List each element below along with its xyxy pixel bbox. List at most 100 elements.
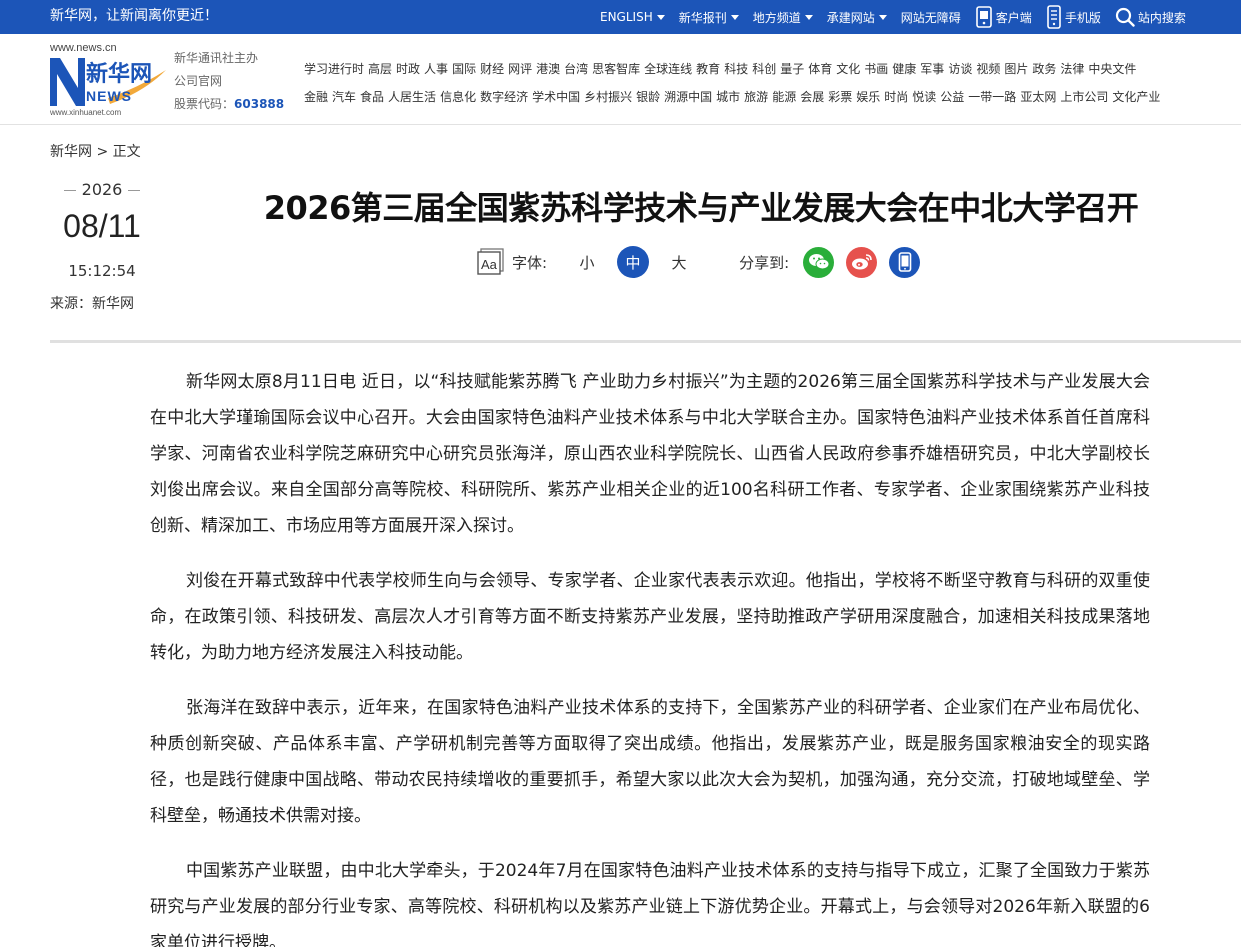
channel-link[interactable]: 体育: [808, 62, 832, 76]
channel-link[interactable]: 亚太网: [1020, 90, 1056, 104]
font-size-icon: Aa: [477, 248, 504, 275]
font-size-small[interactable]: 小: [571, 246, 603, 278]
channel-link[interactable]: 人事: [424, 62, 448, 76]
channel-link[interactable]: 时政: [396, 62, 420, 76]
channel-link[interactable]: 能源: [772, 90, 796, 104]
channel-link[interactable]: 食品: [360, 90, 384, 104]
channel-link[interactable]: 法律: [1060, 62, 1084, 76]
channel-link[interactable]: 银龄: [636, 90, 660, 104]
channel-link[interactable]: 中央文件: [1088, 62, 1136, 76]
article-paragraph: 张海洋在致辞中表示，近年来，在国家特色油料产业技术体系的支持下，全国紫苏产业的科…: [150, 698, 1150, 826]
channel-link[interactable]: 学习进行时: [304, 62, 364, 76]
channel-link[interactable]: 学术中国: [532, 90, 580, 104]
wechat-icon: [808, 254, 830, 270]
font-size-large[interactable]: 大: [663, 246, 695, 278]
channel-link[interactable]: 教育: [696, 62, 720, 76]
channel-link[interactable]: 文化产业: [1112, 90, 1160, 104]
channel-link[interactable]: 网评: [508, 62, 532, 76]
channel-link[interactable]: 量子: [780, 62, 804, 76]
xinhua-logo[interactable]: www.news.cn 新华网 NEWS www.xinhuanet.com: [48, 42, 170, 118]
caret-down-icon: [656, 14, 665, 20]
channel-link[interactable]: 汽车: [332, 90, 356, 104]
channel-link[interactable]: 旅游: [744, 90, 768, 104]
channel-link[interactable]: 台湾: [564, 62, 588, 76]
channel-link[interactable]: 数字经济: [480, 90, 528, 104]
stock-code[interactable]: 股票代码：603888: [174, 93, 284, 116]
channel-link[interactable]: 全球连线: [644, 62, 692, 76]
channel-link[interactable]: 高层: [368, 62, 392, 76]
channel-link[interactable]: 信息化: [440, 90, 476, 104]
channel-link[interactable]: 政务: [1032, 62, 1056, 76]
channel-row-1: 学习进行时 高层 时政 人事 国际 财经 网评 港澳 台湾 思客智库 全球连线 教育 科技 科创 量子 体育文…: [304, 55, 1241, 83]
article-paragraph: 新华网太原8月11日电 近日，以“科技赋能紫苏腾飞 产业助力乡村振兴”为主题的2…: [150, 372, 1150, 536]
channel-link[interactable]: 上市公司: [1060, 90, 1108, 104]
article-tools: Aa 字体: 小 中 大 分享到:: [476, 244, 932, 280]
channel-link[interactable]: 军事: [920, 62, 944, 76]
channel-link[interactable]: 溯源中国: [664, 90, 712, 104]
logo-text: 新华网: [86, 62, 153, 87]
company-info: 新华通讯社主办 公司官网 股票代码：603888: [174, 47, 284, 116]
search-icon: [1115, 7, 1135, 27]
channel-link[interactable]: 国际: [452, 62, 476, 76]
nav-hosted-sites[interactable]: 承建网站: [827, 0, 899, 34]
share-mobile-button[interactable]: [889, 246, 921, 278]
article-paragraph: 刘俊在开幕式致辞中代表学校师生向与会领导、专家学者、企业家代表表示欢迎。他指出，…: [150, 571, 1150, 663]
channel-link[interactable]: 书画: [864, 62, 888, 76]
breadcrumb[interactable]: 新华网 > 正文: [50, 141, 141, 161]
channel-link[interactable]: 人居生活: [388, 90, 436, 104]
publish-year: 2026: [64, 180, 140, 199]
top-nav: ENGLISH 新华报刊 地方频道 承建网站 网站无障碍 客户端 手机版 站内搜…: [600, 0, 1200, 34]
channel-link[interactable]: 图片: [1004, 62, 1028, 76]
channel-row-2: 金融 汽车 食品 人居生活 信息化 数字经济 学术中国 乡村振兴 银龄 溯源中国 城市 旅游 能源 会展彩…: [304, 83, 1241, 111]
channel-link[interactable]: 健康: [892, 62, 916, 76]
article-paragraph: 中国紫苏产业联盟，由中北大学牵头，于2024年7月在国家特色油料产业技术体系的支…: [150, 861, 1150, 947]
channel-link[interactable]: 彩票: [828, 90, 852, 104]
nav-client-app[interactable]: 客户端: [975, 0, 1044, 34]
share-weibo-button[interactable]: [846, 246, 878, 278]
channel-link[interactable]: 悦读: [912, 90, 936, 104]
channel-link[interactable]: 访谈: [948, 62, 972, 76]
nav-site-search[interactable]: 站内搜索: [1115, 0, 1198, 34]
channel-link[interactable]: 公益: [940, 90, 964, 104]
article-source: 来源：新华网: [50, 296, 134, 312]
nav-english[interactable]: ENGLISH: [600, 0, 677, 34]
font-label: 字体:: [512, 253, 548, 272]
channel-link[interactable]: 城市: [716, 90, 740, 104]
channel-link[interactable]: 会展: [800, 90, 824, 104]
weibo-icon: [851, 254, 872, 270]
channel-link[interactable]: 财经: [480, 62, 504, 76]
publish-date: 08/11: [63, 208, 141, 244]
nav-local-channels[interactable]: 地方频道: [753, 0, 825, 34]
site-slogan: 新华网，让新闻离你更近！: [50, 8, 218, 24]
content-divider: [50, 340, 1241, 343]
channel-link[interactable]: 金融: [304, 90, 328, 104]
channel-link[interactable]: 乡村振兴: [584, 90, 632, 104]
channel-link[interactable]: 科技: [724, 62, 748, 76]
site-header: www.news.cn 新华网 NEWS www.xinhuanet.com 新…: [0, 34, 1241, 125]
caret-down-icon: [804, 14, 813, 20]
channel-link[interactable]: 科创: [752, 62, 776, 76]
nav-newspapers[interactable]: 新华报刊: [679, 0, 751, 34]
caret-down-icon: [730, 14, 739, 20]
publish-time: 15:12:54: [68, 262, 136, 280]
company-line-2: 公司官网: [174, 74, 223, 88]
mobile-icon: [1047, 5, 1061, 29]
channel-link[interactable]: 视频: [976, 62, 1000, 76]
nav-mobile-version[interactable]: 手机版: [1046, 0, 1113, 34]
share-label: 分享到:: [739, 253, 790, 272]
channel-link[interactable]: 娱乐: [856, 90, 880, 104]
font-size-medium[interactable]: 中: [617, 246, 650, 278]
article-title: 2026第三届全国紫苏科学技术与产业发展大会在中北大学召开: [263, 189, 1139, 227]
share-wechat-button[interactable]: [803, 246, 835, 278]
caret-down-icon: [878, 14, 887, 20]
article-body: 新华网太原8月11日电 近日，以“科技赋能紫苏腾飞 产业助力乡村振兴”为主题的2…: [150, 364, 1150, 947]
logo-url: www.news.cn: [50, 42, 117, 54]
mobile-icon: [898, 252, 911, 272]
channel-link[interactable]: 一带一路: [968, 90, 1016, 104]
logo-url-small: www.xinhuanet.com: [50, 108, 122, 117]
channel-link[interactable]: 思客智库: [592, 62, 640, 76]
channel-link[interactable]: 港澳: [536, 62, 560, 76]
channel-link[interactable]: 时尚: [884, 90, 908, 104]
channel-link[interactable]: 文化: [836, 62, 860, 76]
nav-accessibility[interactable]: 网站无障碍: [901, 0, 973, 34]
